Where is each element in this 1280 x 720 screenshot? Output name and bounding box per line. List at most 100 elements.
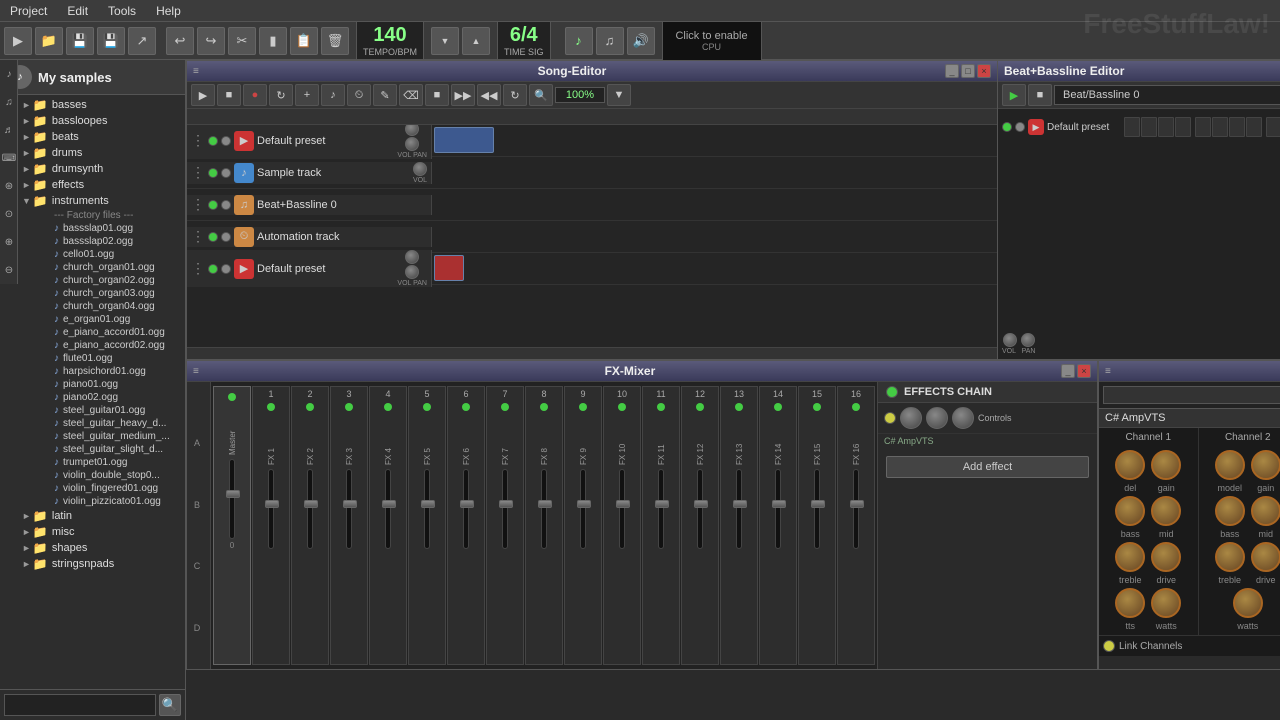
decay-knob[interactable] <box>926 407 948 429</box>
zoom-button[interactable]: 🔍 <box>529 84 553 106</box>
beat-btn-1-5[interactable] <box>1195 117 1211 137</box>
timesig-area[interactable]: 6/4 TIME SIG <box>497 21 551 60</box>
forward-button[interactable]: ▶▶ <box>451 84 475 106</box>
fx-mixer-minimize[interactable]: _ <box>1061 364 1075 378</box>
fx-ch14-led[interactable] <box>774 403 782 411</box>
fx-ch16-thumb[interactable] <box>850 500 864 508</box>
track-block-1[interactable] <box>434 127 494 153</box>
treble-knob-2[interactable] <box>1215 542 1245 572</box>
cpu-display[interactable]: Click to enable CPU <box>662 21 762 61</box>
track-drag-1[interactable]: ⋮ <box>191 132 205 149</box>
drive-knob-2[interactable] <box>1251 542 1280 572</box>
beat-play[interactable]: ▶ <box>1002 84 1026 106</box>
side-icon-6[interactable]: ⊙ <box>0 200 18 228</box>
file-piano02[interactable]: ♪piano02.ogg <box>30 391 185 404</box>
select-button[interactable]: ■ <box>425 84 449 106</box>
fx-ch6-thumb[interactable] <box>460 500 474 508</box>
treble-knob-1[interactable] <box>1115 542 1145 572</box>
beat-btn-1-9[interactable] <box>1266 117 1280 137</box>
track-drag-5[interactable]: ⋮ <box>191 260 205 277</box>
beat-icon-1[interactable]: ▶ <box>1028 119 1044 135</box>
track-lane-2[interactable] <box>432 157 997 188</box>
beat-btn-1-4[interactable] <box>1175 117 1191 137</box>
fx-ch12-fader[interactable] <box>697 469 703 549</box>
fx-ch16-fader[interactable] <box>853 469 859 549</box>
folder-misc[interactable]: ► 📁 misc <box>18 524 185 540</box>
fx-ch8-thumb[interactable] <box>538 500 552 508</box>
track-led-green-4[interactable] <box>208 232 218 242</box>
song-editor-maximize[interactable]: □ <box>961 64 975 78</box>
beat-btn-1-7[interactable] <box>1229 117 1245 137</box>
folder-bassloopes[interactable]: ► 📁 bassloopes <box>18 113 185 129</box>
zoom-toggle[interactable]: ▼ <box>607 84 631 106</box>
fx-ch7-led[interactable] <box>501 403 509 411</box>
beat-pan-knob[interactable] <box>1021 333 1035 347</box>
pitch-button[interactable]: ♫ <box>596 27 624 55</box>
fx-ch10-led[interactable] <box>618 403 626 411</box>
track-lane-4[interactable] <box>432 221 997 252</box>
loop2-button[interactable]: ↻ <box>503 84 527 106</box>
gain-knob-2[interactable] <box>1251 450 1280 480</box>
loop-button[interactable]: ↻ <box>269 84 293 106</box>
fx-ch10-thumb[interactable] <box>616 500 630 508</box>
track-lane-5[interactable] <box>432 253 997 284</box>
file-bassslap02[interactable]: ♪bassslap02.ogg <box>30 235 185 248</box>
track-icon-1[interactable]: ▶ <box>234 131 254 151</box>
fx-master-led[interactable] <box>228 393 236 401</box>
beat-led-1[interactable] <box>1002 122 1012 132</box>
add-track-button[interactable]: + <box>295 84 319 106</box>
file-e-organ01[interactable]: ♪e_organ01.ogg <box>30 313 185 326</box>
drive-knob-1[interactable] <box>1151 542 1181 572</box>
fx-ch13-fader[interactable] <box>736 469 742 549</box>
menu-edit[interactable]: Edit <box>57 2 98 20</box>
fx-ch5-led[interactable] <box>423 403 431 411</box>
menu-tools[interactable]: Tools <box>98 2 146 20</box>
export-button[interactable]: ↗ <box>128 27 156 55</box>
side-icon-3[interactable]: ♬ <box>0 116 18 144</box>
fx-ch4-led[interactable] <box>384 403 392 411</box>
draw-button[interactable]: ✎ <box>373 84 397 106</box>
fx-master-thumb[interactable] <box>226 490 240 498</box>
song-scrollbar[interactable] <box>187 347 997 359</box>
bass-knob-2[interactable] <box>1215 496 1245 526</box>
beat-vol-knob[interactable] <box>1003 333 1017 347</box>
link-channels-led[interactable] <box>1103 640 1115 652</box>
menu-project[interactable]: Project <box>0 2 57 20</box>
mid-knob-2[interactable] <box>1251 496 1280 526</box>
search-execute-button[interactable]: 🔍 <box>159 694 181 716</box>
song-editor-minimize[interactable]: _ <box>945 64 959 78</box>
bass-knob-1[interactable] <box>1115 496 1145 526</box>
record-button[interactable]: ● <box>243 84 267 106</box>
vol-knob-1[interactable] <box>405 125 419 136</box>
track-led-mute-2[interactable] <box>221 168 231 178</box>
track-drag-4[interactable]: ⋮ <box>191 228 205 245</box>
file-steel-guitar-slight[interactable]: ♪steel_guitar_slight_d... <box>30 443 185 456</box>
add-effect-button[interactable]: Add effect <box>886 456 1089 478</box>
folder-drums[interactable]: ► 📁 drums <box>18 145 185 161</box>
beat-btn-1-3[interactable] <box>1158 117 1174 137</box>
delete-button[interactable]: 🗑 <box>321 27 349 55</box>
track-icon-5[interactable]: ▶ <box>234 259 254 279</box>
vol-knob-5[interactable] <box>405 250 419 264</box>
fx-ch10-fader[interactable] <box>619 469 625 549</box>
fx-ch12-thumb[interactable] <box>694 500 708 508</box>
tempo-area[interactable]: 140 TEMPO/BPM <box>356 21 424 60</box>
file-trumpet01[interactable]: ♪trumpet01.ogg <box>30 456 185 469</box>
fx-ch7-fader[interactable] <box>502 469 508 549</box>
fx-ch14-fader[interactable] <box>775 469 781 549</box>
song-editor-close[interactable]: × <box>977 64 991 78</box>
folder-instruments[interactable]: ▼ 📁 instruments <box>18 193 185 209</box>
metronome-button[interactable]: ♪ <box>565 27 593 55</box>
fx-mixer-close[interactable]: × <box>1077 364 1091 378</box>
folder-drumsynth[interactable]: ► 📁 drumsynth <box>18 161 185 177</box>
file-steel-guitar01[interactable]: ♪steel_guitar01.ogg <box>30 404 185 417</box>
track-led-green-3[interactable] <box>208 200 218 210</box>
pan-knob-1[interactable] <box>405 137 419 151</box>
track-lane-3[interactable] <box>432 189 997 220</box>
file-e-piano-accord02[interactable]: ♪e_piano_accord02.ogg <box>30 339 185 352</box>
undo-button[interactable]: ↩ <box>166 27 194 55</box>
save-button[interactable]: 💾 <box>66 27 94 55</box>
side-icon-4[interactable]: ⌨ <box>0 144 18 172</box>
track-drag-3[interactable]: ⋮ <box>191 196 205 213</box>
tempo-up[interactable]: ▲ <box>462 27 490 55</box>
